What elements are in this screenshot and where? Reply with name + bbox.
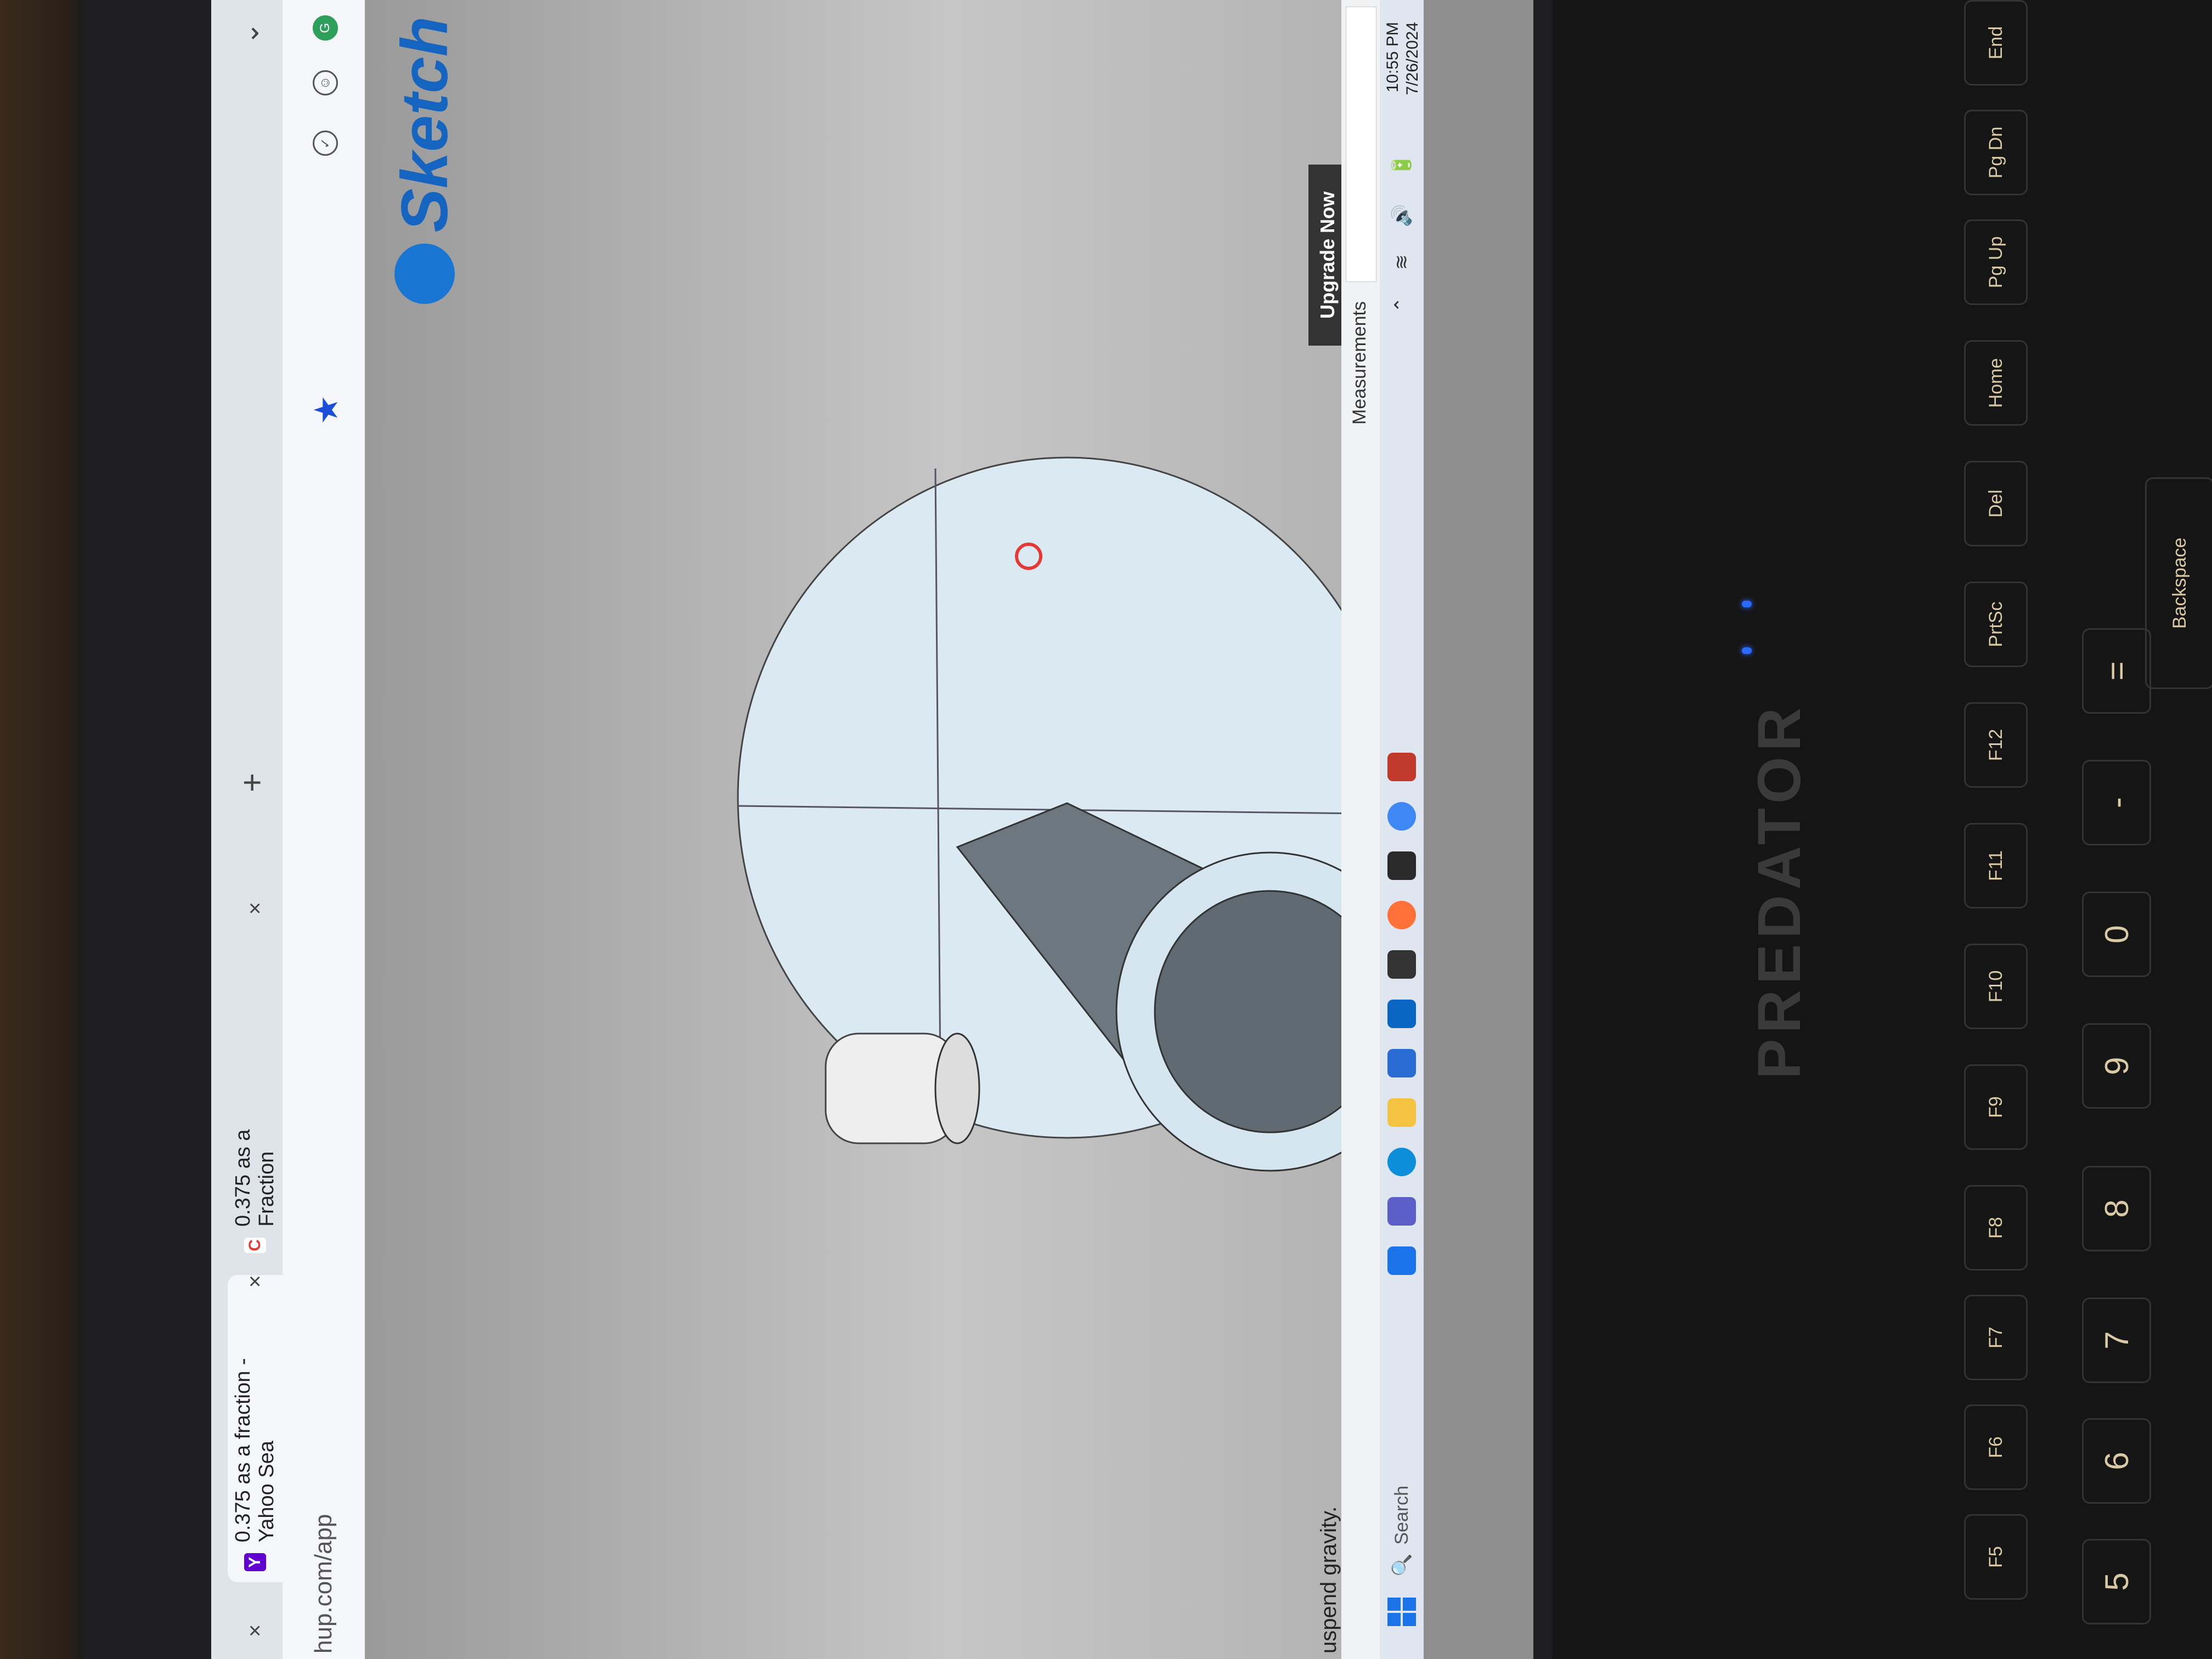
copilot-icon[interactable] (1387, 802, 1416, 831)
key-home[interactable]: Home (1964, 340, 2028, 426)
close-icon[interactable]: × (243, 902, 268, 915)
task-view-icon[interactable] (1387, 1246, 1416, 1275)
tab-label: 0.375 as a Fraction (232, 1129, 278, 1227)
key-minus[interactable]: - (2082, 760, 2151, 845)
key-f9[interactable]: F9 (1964, 1064, 2028, 1150)
small-cylinder-top (934, 1032, 980, 1144)
browser-tab-bar: × Y 0.375 as a fraction - Yahoo Sea × C … (211, 0, 283, 1659)
key-6[interactable]: 6 (2082, 1418, 2151, 1504)
close-icon[interactable]: × (243, 1624, 268, 1637)
tab-yahoo-search[interactable]: Y 0.375 as a fraction - Yahoo Sea × (228, 1275, 283, 1582)
extension-icon[interactable]: ✓ (313, 131, 338, 156)
key-8[interactable]: 8 (2082, 1166, 2151, 1251)
key-f10[interactable]: F10 (1964, 944, 2028, 1029)
new-tab-button[interactable]: + (233, 773, 271, 792)
key-9[interactable]: 9 (2082, 1023, 2151, 1109)
edge-icon[interactable] (1387, 1148, 1416, 1176)
measurements-input[interactable] (1346, 7, 1376, 282)
firefox-icon[interactable] (1387, 901, 1416, 929)
status-hint-text: uspend gravity. (1317, 1506, 1341, 1654)
key-pgdn[interactable]: Pg Dn (1964, 110, 2028, 195)
status-led (1742, 647, 1752, 654)
measurements-label: Measurements (1349, 301, 1370, 425)
windows-start-icon[interactable] (1387, 1598, 1416, 1626)
measurements-bar: Measurements (1341, 0, 1380, 1659)
windows-taskbar: 🔍 Search ⌃ ≋ 🔊 🔋 10:55 PM 7/26/2024 (1380, 0, 1424, 1659)
close-icon[interactable]: × (243, 1275, 268, 1288)
key-del[interactable]: Del (1964, 461, 2028, 546)
system-tray-icons[interactable]: ⌃ ≋ 🔊 🔋 (1391, 143, 1413, 313)
key-equals[interactable]: = (2082, 628, 2151, 714)
search-placeholder: Search (1391, 1485, 1412, 1545)
address-bar: hup.com/app ★ ✓ ☺ G (283, 0, 365, 1659)
app-icon[interactable] (1387, 753, 1416, 781)
search-icon: 🔍 (1391, 1553, 1412, 1577)
key-5[interactable]: 5 (2082, 1539, 2151, 1624)
predator-sense-icon[interactable] (1387, 851, 1416, 880)
key-pgup[interactable]: Pg Up (1964, 219, 2028, 305)
teams-icon[interactable] (1387, 1197, 1416, 1226)
grammarly-icon[interactable]: G (313, 15, 338, 41)
key-f6[interactable]: F6 (1964, 1404, 2028, 1490)
file-explorer-icon[interactable] (1387, 1098, 1416, 1127)
key-backspace[interactable]: Backspace (2145, 477, 2212, 689)
clock-date: 7/26/2024 (1403, 22, 1421, 95)
tab-close-previous[interactable]: × (228, 1593, 283, 1654)
mail-icon[interactable] (1387, 1000, 1416, 1028)
dropbox-icon[interactable] (1387, 950, 1416, 979)
key-f5[interactable]: F5 (1964, 1514, 2028, 1600)
predator-brand-label: PREDATOR (1746, 702, 1814, 1080)
clock[interactable]: 10:55 PM 7/26/2024 (1383, 22, 1423, 95)
status-led (1742, 601, 1752, 607)
key-f8[interactable]: F8 (1964, 1185, 2028, 1271)
tab-label: 0.375 as a fraction - Yahoo Sea (232, 1358, 278, 1543)
3d-viewport[interactable]: Sketch uspend gravity. (365, 0, 1341, 1659)
store-icon[interactable] (1387, 1049, 1416, 1077)
taskbar-search[interactable]: 🔍 Search (1386, 1346, 1417, 1577)
key-f12[interactable]: F12 (1964, 702, 2028, 788)
bookmark-star-icon[interactable]: ★ (307, 395, 346, 425)
key-7[interactable]: 7 (2082, 1297, 2151, 1383)
url-field[interactable]: hup.com/app (310, 1514, 337, 1654)
key-prtsc[interactable]: PrtSc (1964, 582, 2028, 667)
tab-menu-chevron-icon[interactable]: ⌄ (233, 22, 265, 45)
clock-time: 10:55 PM (1384, 22, 1402, 93)
key-f7[interactable]: F7 (1964, 1295, 2028, 1380)
key-end[interactable]: End (1964, 0, 2028, 86)
model-canvas[interactable] (365, 0, 1341, 1659)
profile-icon[interactable]: ☺ (313, 70, 338, 95)
tab-fraction[interactable]: C 0.375 as a Fraction × (228, 902, 283, 1264)
laptop-screen: × Y 0.375 as a fraction - Yahoo Sea × C … (211, 0, 1533, 1659)
yahoo-favicon-icon: Y (244, 1553, 266, 1571)
calculator-favicon-icon: C (244, 1237, 266, 1253)
key-0[interactable]: 0 (2082, 891, 2151, 977)
key-f11[interactable]: F11 (1964, 823, 2028, 909)
